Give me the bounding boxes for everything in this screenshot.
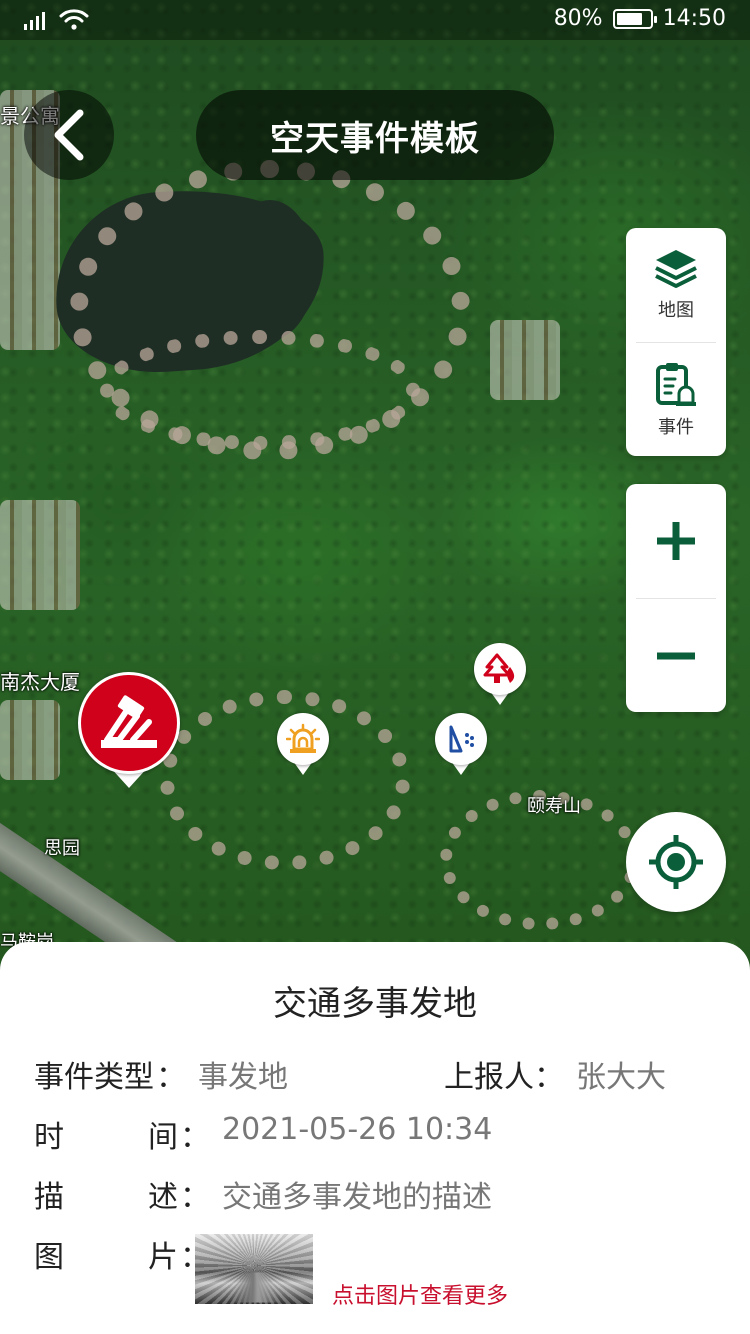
colon: ：	[180, 1120, 210, 1155]
description-key: 描 述	[34, 1172, 178, 1216]
alarm-event-marker[interactable]	[277, 713, 329, 775]
event-type-row: 事件类型 ： 事发地	[34, 1052, 288, 1096]
clock: 14:50	[662, 6, 726, 31]
status-bar: 80% 14:50	[0, 0, 750, 40]
colon: ：	[156, 1060, 186, 1095]
forest-fire-event-marker[interactable]	[474, 643, 526, 705]
cell-signal-icon	[24, 12, 45, 30]
description-key-char: 描	[34, 1180, 64, 1215]
marker-head	[435, 713, 487, 765]
reporter-key: 上报人	[444, 1060, 534, 1095]
wifi-icon	[59, 9, 89, 30]
event-type-key: 事件类型	[34, 1060, 154, 1095]
colon: ：	[180, 1180, 210, 1215]
selected-event-marker[interactable]	[78, 672, 180, 788]
page-title: 空天事件模板	[196, 90, 554, 180]
map-label-building: 南杰大厦	[0, 670, 80, 694]
time-row: 时 间 ： 2021-05-26 10:34	[34, 1112, 492, 1156]
traffic-accident-icon	[81, 675, 177, 771]
reporter-value: 张大大	[576, 1060, 666, 1095]
plus-icon	[657, 522, 695, 560]
zoom-in-button[interactable]	[626, 484, 726, 598]
marker-head	[277, 713, 329, 765]
map-villa-ring	[100, 330, 420, 450]
water-event-marker[interactable]	[435, 713, 487, 775]
picture-key-char: 片	[148, 1240, 178, 1275]
event-list-button[interactable]: 事件	[636, 342, 716, 456]
colon: ：	[534, 1060, 564, 1095]
time-value: 2021-05-26 10:34	[222, 1112, 493, 1147]
back-button[interactable]	[24, 90, 114, 180]
map-buildings	[0, 500, 80, 610]
event-photo-thumbnail[interactable]	[195, 1234, 313, 1304]
map-label-garden: 思园	[44, 838, 80, 859]
picture-key: 图 片	[34, 1232, 178, 1276]
description-value: 交通多事发地的描述	[222, 1180, 492, 1215]
layers-icon	[655, 250, 697, 288]
zoom-controls	[626, 484, 726, 712]
map-layers-button[interactable]: 地图	[626, 228, 726, 342]
map-buildings	[0, 700, 60, 780]
clipboard-alarm-icon	[656, 362, 696, 406]
event-title: 交通多事发地	[273, 984, 477, 1024]
time-key: 时 间	[34, 1112, 178, 1156]
view-more-photos-link[interactable]: 点击图片查看更多	[332, 1278, 508, 1310]
map-buildings	[490, 320, 560, 400]
crosshair-icon	[649, 835, 703, 889]
description-row: 描 述 ： 交通多事发地的描述	[34, 1172, 492, 1216]
map-label-hill: 颐寿山	[527, 796, 581, 817]
reporter-row: 上报人 ： 张大大	[444, 1052, 666, 1096]
battery-percent: 80%	[553, 6, 603, 31]
time-key-char: 时	[34, 1120, 64, 1155]
time-key-char: 间	[148, 1120, 178, 1155]
picture-key-char: 图	[34, 1240, 64, 1275]
zoom-out-button[interactable]	[636, 598, 716, 712]
water-level-icon	[449, 725, 474, 753]
marker-head	[78, 672, 180, 774]
alarm-light-icon	[286, 723, 320, 753]
picture-row: 图 片 ：	[34, 1232, 222, 1276]
marker-head	[474, 643, 526, 695]
event-list-label: 事件	[658, 416, 694, 438]
map-layers-label: 地图	[658, 300, 694, 321]
description-key-char: 述	[148, 1180, 178, 1215]
locate-me-button[interactable]	[626, 812, 726, 912]
minus-icon	[657, 652, 695, 659]
chevron-left-icon	[54, 109, 84, 161]
event-type-value: 事发地	[198, 1060, 288, 1095]
event-detail-sheet: 交通多事发地 事件类型 ： 事发地 上报人 ： 张大大 时 间 ： 2021-0…	[0, 942, 750, 1334]
forest-fire-icon	[483, 653, 515, 683]
map-tools-panel: 地图 事件	[626, 228, 726, 456]
battery-icon	[612, 8, 657, 29]
